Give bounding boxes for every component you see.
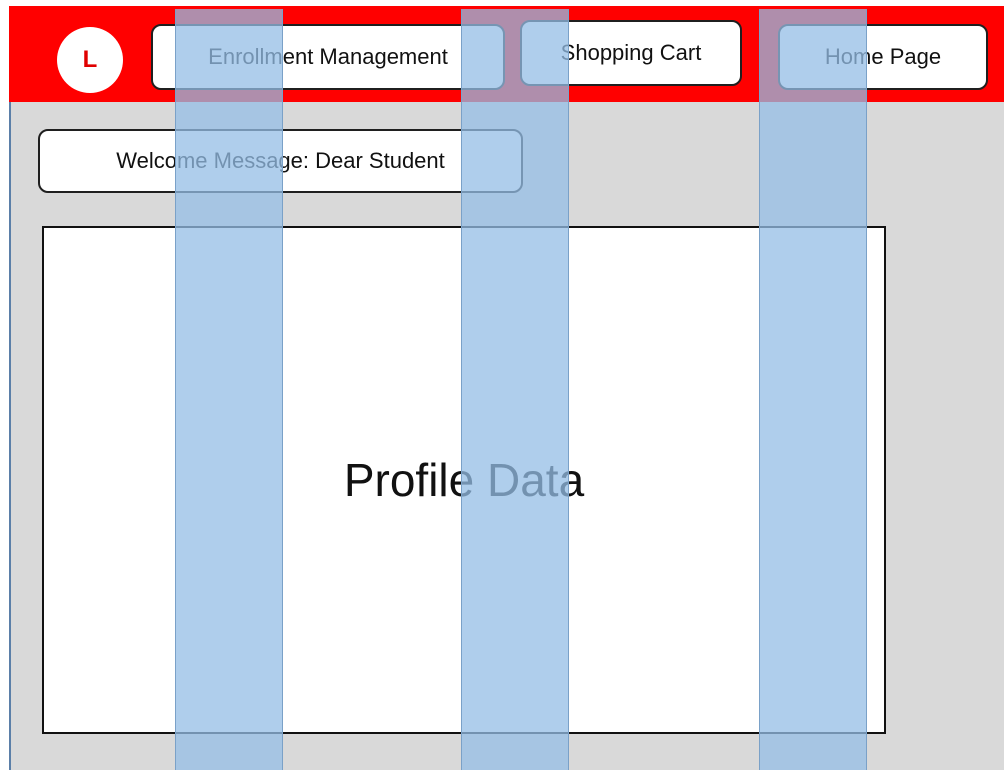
shopping-cart-button[interactable]: Shopping Cart [520, 20, 742, 86]
profile-data-panel: Profile Data [42, 226, 886, 734]
home-page-label: Home Page [824, 44, 942, 69]
logo-letter: L [82, 46, 98, 73]
home-page-button[interactable]: Home Page [778, 24, 988, 90]
shopping-cart-label: Shopping Cart [560, 40, 702, 65]
enrollment-management-button[interactable]: Enrollment Management [151, 24, 505, 90]
enrollment-management-label: Enrollment Management [208, 44, 448, 69]
logo[interactable]: L [57, 27, 123, 93]
welcome-message-text: Welcome Message: Dear Student [116, 148, 445, 173]
welcome-message-box: Welcome Message: Dear Student [38, 129, 523, 193]
profile-data-text: Profile Data [343, 454, 585, 506]
